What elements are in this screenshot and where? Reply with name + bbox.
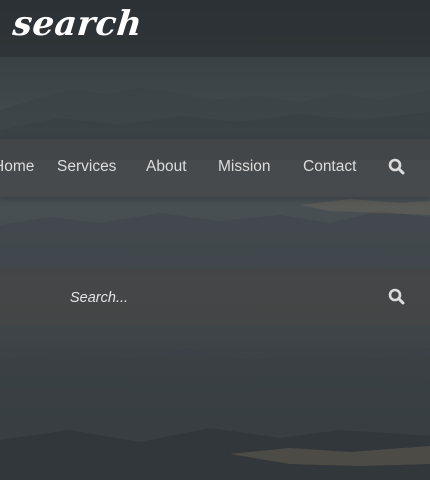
main-navigation: Home Services About Mission Contact xyxy=(0,139,430,197)
mountain-silhouette-2 xyxy=(0,199,430,275)
search-bar xyxy=(0,269,430,326)
mountain-silhouette-3 xyxy=(0,348,430,480)
nav-item-services[interactable]: Services xyxy=(57,158,116,176)
site-logo[interactable]: search xyxy=(11,4,144,44)
nav-item-home[interactable]: Home xyxy=(0,158,34,176)
search-submit-icon[interactable] xyxy=(388,288,405,309)
background-landscape xyxy=(0,0,430,480)
nav-item-about[interactable]: About xyxy=(146,158,187,176)
header-bar: search xyxy=(0,0,430,57)
search-input[interactable] xyxy=(70,287,370,309)
search-icon[interactable] xyxy=(388,158,405,179)
nav-item-mission[interactable]: Mission xyxy=(218,158,271,176)
nav-item-contact[interactable]: Contact xyxy=(303,158,356,176)
